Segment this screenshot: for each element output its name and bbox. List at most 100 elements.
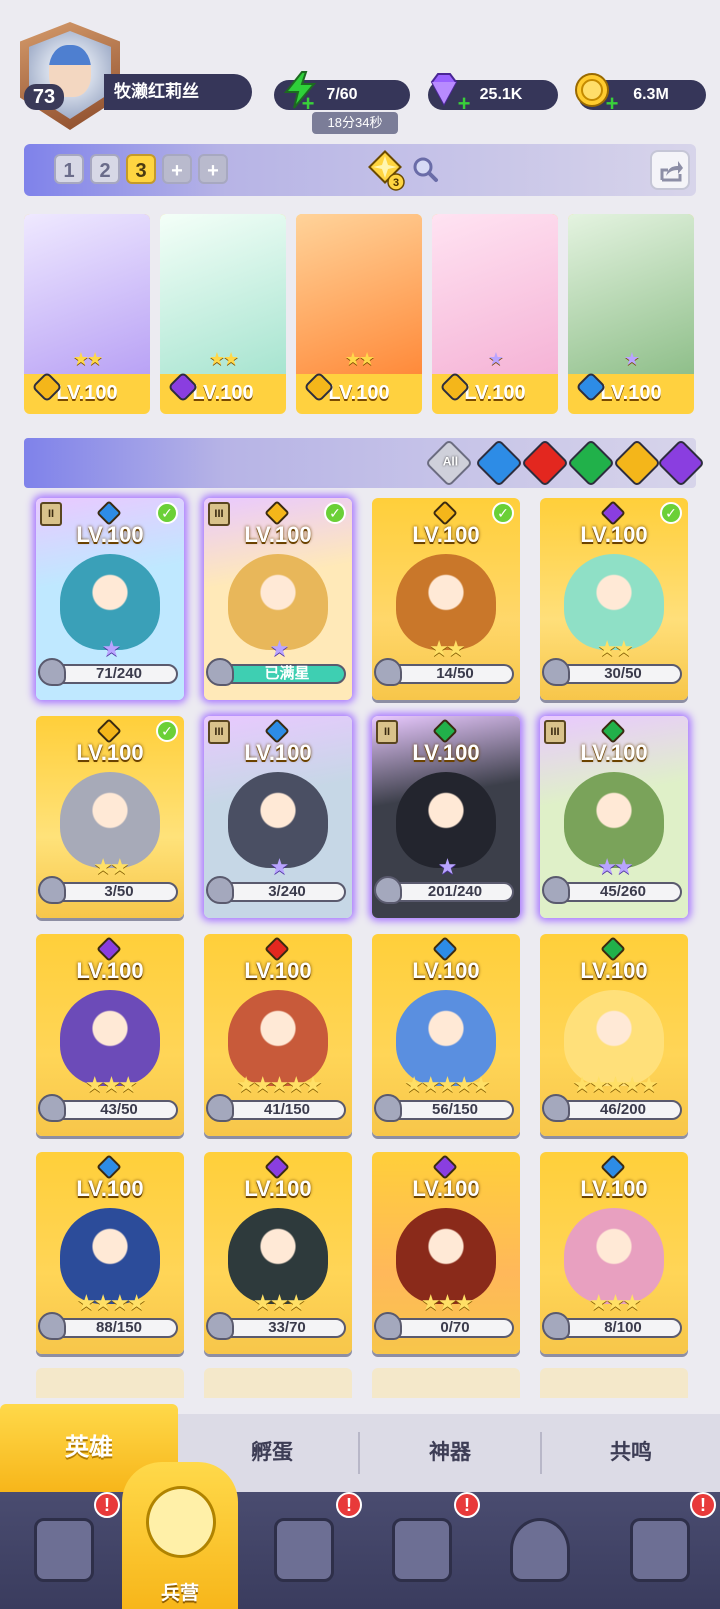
tab-resonance[interactable]: 共鸣: [542, 1414, 720, 1492]
hero-level: LV.100: [412, 958, 480, 983]
filter-fire-icon[interactable]: [520, 438, 570, 488]
hero-card[interactable]: LV.100 ★★★★★ 46/200: [540, 934, 688, 1136]
bottom-nav: ! 兵营 ! ! !: [0, 1462, 720, 1609]
hero-stars: ★: [269, 854, 290, 879]
hero-card[interactable]: II LV.100 ★ 201/240: [372, 716, 520, 918]
team-tab-2[interactable]: 2: [90, 154, 120, 184]
armor-alert-badge: !: [690, 1492, 716, 1518]
nav-book[interactable]: !: [244, 1492, 362, 1609]
hero-stars: ★★★: [252, 1290, 306, 1315]
tab-artifacts[interactable]: 神器: [360, 1414, 540, 1492]
nav-cards[interactable]: !: [4, 1492, 120, 1609]
in-team-check-icon: ✓: [492, 502, 514, 524]
magnify-icon[interactable]: [410, 154, 440, 184]
hero-stars: ★★★★★: [404, 1072, 491, 1097]
hero-card[interactable]: LV.100 ★★★ 0/70: [372, 1152, 520, 1354]
hero-stars: ★★: [597, 854, 633, 879]
hero-card[interactable]: LV.100 ★★★★★ 56/150: [372, 934, 520, 1136]
gem-add-icon[interactable]: +: [456, 93, 472, 115]
hero-stars: ★★: [93, 854, 129, 879]
shard-icon: [374, 658, 402, 686]
shard-icon: [374, 876, 402, 904]
share-button[interactable]: [650, 150, 690, 190]
barracks-icon: [146, 1486, 216, 1558]
filter-dark-icon[interactable]: [656, 438, 706, 488]
shard-icon: [206, 658, 234, 686]
hero-card[interactable]: LV.100 ★★★★ 88/150: [36, 1152, 184, 1354]
in-team-check-icon: ✓: [660, 502, 682, 524]
gold-add-icon[interactable]: +: [604, 93, 620, 115]
shrine-icon: [392, 1518, 452, 1582]
hero-card[interactable]: ✓ LV.100 ★★ 30/50: [540, 498, 688, 700]
cards-alert-badge: !: [94, 1492, 120, 1518]
book-icon: [274, 1518, 334, 1582]
nav-shrine[interactable]: !: [362, 1492, 480, 1609]
hero-level: LV.100: [580, 1176, 648, 1201]
energy-refill-timer: 18分34秒: [312, 112, 398, 134]
hero-card[interactable]: LV.100 ★★★ 33/70: [204, 1152, 352, 1354]
filter-wind-icon[interactable]: [566, 438, 616, 488]
filter-all-button[interactable]: All: [424, 438, 474, 488]
hero-card[interactable]: ✓ LV.100 ★★ 3/50: [36, 716, 184, 918]
nav-mushroom[interactable]: [480, 1492, 596, 1609]
team-add-button[interactable]: +: [162, 154, 192, 184]
team-add-button-2[interactable]: +: [198, 154, 228, 184]
hero-card[interactable]: LV.100 ★★★★★ 41/150: [204, 934, 352, 1136]
team-power-icon[interactable]: 3: [366, 148, 406, 192]
team-select-bar: 1 2 3 + + 3: [24, 144, 696, 196]
hero-stars: ★★★: [84, 1072, 138, 1097]
team-tab-3[interactable]: 3: [126, 154, 156, 184]
hero-card[interactable]: III LV.100 ★ 3/240: [204, 716, 352, 918]
shrine-alert-badge: !: [454, 1492, 480, 1518]
top-bar: 73 牧濑红莉丝 7/60 + 18分34秒 25.1K + 6.3M +: [0, 0, 720, 135]
shard-icon: [206, 1094, 234, 1122]
filter-light-icon[interactable]: [612, 438, 662, 488]
hero-card[interactable]: ✓ LV.100 ★★ 14/50: [372, 498, 520, 700]
hero-level: LV.100: [580, 958, 648, 983]
in-team-check-icon: ✓: [156, 502, 178, 524]
hero-stars: ★★★★★: [572, 1072, 659, 1097]
shard-icon: [374, 1312, 402, 1340]
energy-add-icon[interactable]: +: [300, 93, 316, 115]
element-filter-bar: All: [24, 438, 706, 488]
share-icon: [660, 161, 683, 182]
nav-barracks[interactable]: 兵营: [122, 1462, 238, 1609]
hero-level: LV.100: [244, 740, 312, 765]
hero-card-partial: [540, 1368, 688, 1398]
shard-icon: [374, 1094, 402, 1122]
hero-level: LV.100: [76, 522, 144, 547]
team-tab-1[interactable]: 1: [54, 154, 84, 184]
nav-barracks-label: 兵营: [160, 1583, 199, 1604]
hero-level: LV.100: [412, 1176, 480, 1201]
mushroom-icon: [510, 1518, 570, 1582]
filter-water-icon[interactable]: [474, 438, 524, 488]
armor-icon: [630, 1518, 690, 1582]
player-level-badge: 73: [24, 84, 64, 110]
filter-all-label: All: [442, 454, 459, 469]
team-slot-stars: ★★: [344, 349, 375, 369]
nav-armor[interactable]: !: [600, 1492, 716, 1609]
hero-level: LV.100: [244, 958, 312, 983]
hero-level: LV.100: [76, 1176, 144, 1201]
in-team-check-icon: ✓: [324, 502, 346, 524]
cards-icon: [34, 1518, 94, 1582]
sub-tab-bar: 英雄 孵蛋 神器 共鸣: [0, 1404, 720, 1492]
hero-stars: ★★: [429, 636, 465, 661]
team-slot-stars: ★: [487, 349, 504, 369]
hero-card[interactable]: II ✓ LV.100 ★ 71/240: [36, 498, 184, 700]
hero-card[interactable]: LV.100 ★★★ 43/50: [36, 934, 184, 1136]
hero-stars: ★: [101, 636, 122, 661]
hero-stars: ★★★★★: [236, 1072, 323, 1097]
hero-level: LV.100: [76, 958, 144, 983]
hero-card[interactable]: LV.100 ★★★ 8/100: [540, 1152, 688, 1354]
hero-stars: ★: [437, 854, 458, 879]
shard-icon: [542, 658, 570, 686]
shard-icon: [206, 876, 234, 904]
hero-card[interactable]: III LV.100 ★★ 45/260: [540, 716, 688, 918]
hero-card[interactable]: III ✓ LV.100 ★ 已满星: [204, 498, 352, 700]
player-name: 牧濑红莉丝: [104, 74, 252, 110]
team-slot-stars: ★★: [72, 349, 103, 369]
hero-level: LV.100: [244, 522, 312, 547]
shard-icon: [38, 876, 66, 904]
hero-level: LV.100: [580, 740, 648, 765]
